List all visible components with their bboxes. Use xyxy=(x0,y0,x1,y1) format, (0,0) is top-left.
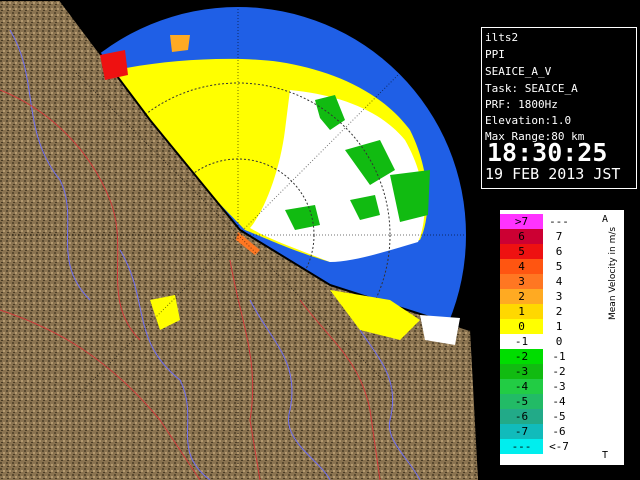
legend-color-swatch: 6 xyxy=(500,229,543,244)
legend-row: >7 --- xyxy=(500,214,615,229)
scan-info-panel: ilts2 PPI SEAICE_A_V Task: SEAICE_A PRF:… xyxy=(481,27,637,189)
radar-ppi-map xyxy=(0,0,478,480)
legend-row: -4 -3 xyxy=(500,379,615,394)
scan-date: 19 FEB 2013 JST xyxy=(485,165,621,183)
legend-color-swatch: -2 xyxy=(500,349,543,364)
legend-color-swatch: 5 xyxy=(500,244,543,259)
legend-row: 01 xyxy=(500,319,615,334)
legend-row: -7 -6 xyxy=(500,424,615,439)
legend-color-swatch: 1 xyxy=(500,304,543,319)
legend-row: -2 -1 xyxy=(500,349,615,364)
legend-color-swatch: --- xyxy=(500,439,543,454)
radar-display: ilts2 PPI SEAICE_A_V Task: SEAICE_A PRF:… xyxy=(0,0,640,480)
scan-time: 18:30:25 xyxy=(487,138,608,167)
legend-row: 12 xyxy=(500,304,615,319)
legend-color-swatch: -6 xyxy=(500,409,543,424)
legend-axis-bottom-label: T xyxy=(602,450,609,461)
elevation-value: Elevation:1.0 xyxy=(485,114,572,127)
legend-color-swatch: 0 xyxy=(500,319,543,334)
legend-row: -3 -2 xyxy=(500,364,615,379)
legend-value-label: -4 xyxy=(543,394,575,409)
legend-color-swatch: -1 xyxy=(500,334,543,349)
legend-row: 56 xyxy=(500,244,615,259)
legend-row: 67 xyxy=(500,229,615,244)
task-name: Task: SEAICE_A xyxy=(485,82,578,95)
legend-row: 23 xyxy=(500,289,615,304)
legend-row: -5 -4 xyxy=(500,394,615,409)
legend-value-label: 4 xyxy=(543,274,575,289)
legend-row: -1 0 xyxy=(500,334,615,349)
legend-value-label: 1 xyxy=(543,319,575,334)
legend-value-label: -6 xyxy=(543,424,575,439)
legend-value-label: 3 xyxy=(543,289,575,304)
station-name: ilts2 xyxy=(485,31,519,44)
legend-value-label: <-7 xyxy=(543,439,575,454)
legend-color-swatch: -4 xyxy=(500,379,543,394)
legend-color-swatch: 4 xyxy=(500,259,543,274)
legend-color-swatch: -7 xyxy=(500,424,543,439)
prf-value: PRF: 1800Hz xyxy=(485,98,558,111)
legend-value-label: 5 xyxy=(543,259,575,274)
legend-color-swatch: 3 xyxy=(500,274,543,289)
legend-color-swatch: -5 xyxy=(500,394,543,409)
legend-color-swatch: 2 xyxy=(500,289,543,304)
legend-value-label: 7 xyxy=(543,229,575,244)
legend-value-label: 0 xyxy=(543,334,575,349)
legend-color-swatch: -3 xyxy=(500,364,543,379)
legend-title: Mean Velocity in m/s xyxy=(608,226,618,320)
legend-value-label: -5 xyxy=(543,409,575,424)
legend-row: -6 -5 xyxy=(500,409,615,424)
legend-row: --- <-7 xyxy=(500,439,615,454)
legend-value-label: --- xyxy=(543,214,575,229)
legend-value-label: 2 xyxy=(543,304,575,319)
scan-name: SEAICE_A_V xyxy=(485,65,552,78)
velocity-legend: >7 --- 6 7 5 6 4 5 3 4 2 3 1 2 0 1 -1 0 -2 -1 -3 -2 -4 -3 -5 -4 -6… xyxy=(499,209,625,466)
legend-value-label: -2 xyxy=(543,364,575,379)
legend-row: 45 xyxy=(500,259,615,274)
legend-row: 34 xyxy=(500,274,615,289)
legend-color-swatch: >7 xyxy=(500,214,543,229)
legend-value-label: 6 xyxy=(543,244,575,259)
legend-value-label: -1 xyxy=(543,349,575,364)
legend-value-label: -3 xyxy=(543,379,575,394)
legend-axis-top-label: A xyxy=(602,214,609,225)
product-type: PPI xyxy=(485,48,505,61)
